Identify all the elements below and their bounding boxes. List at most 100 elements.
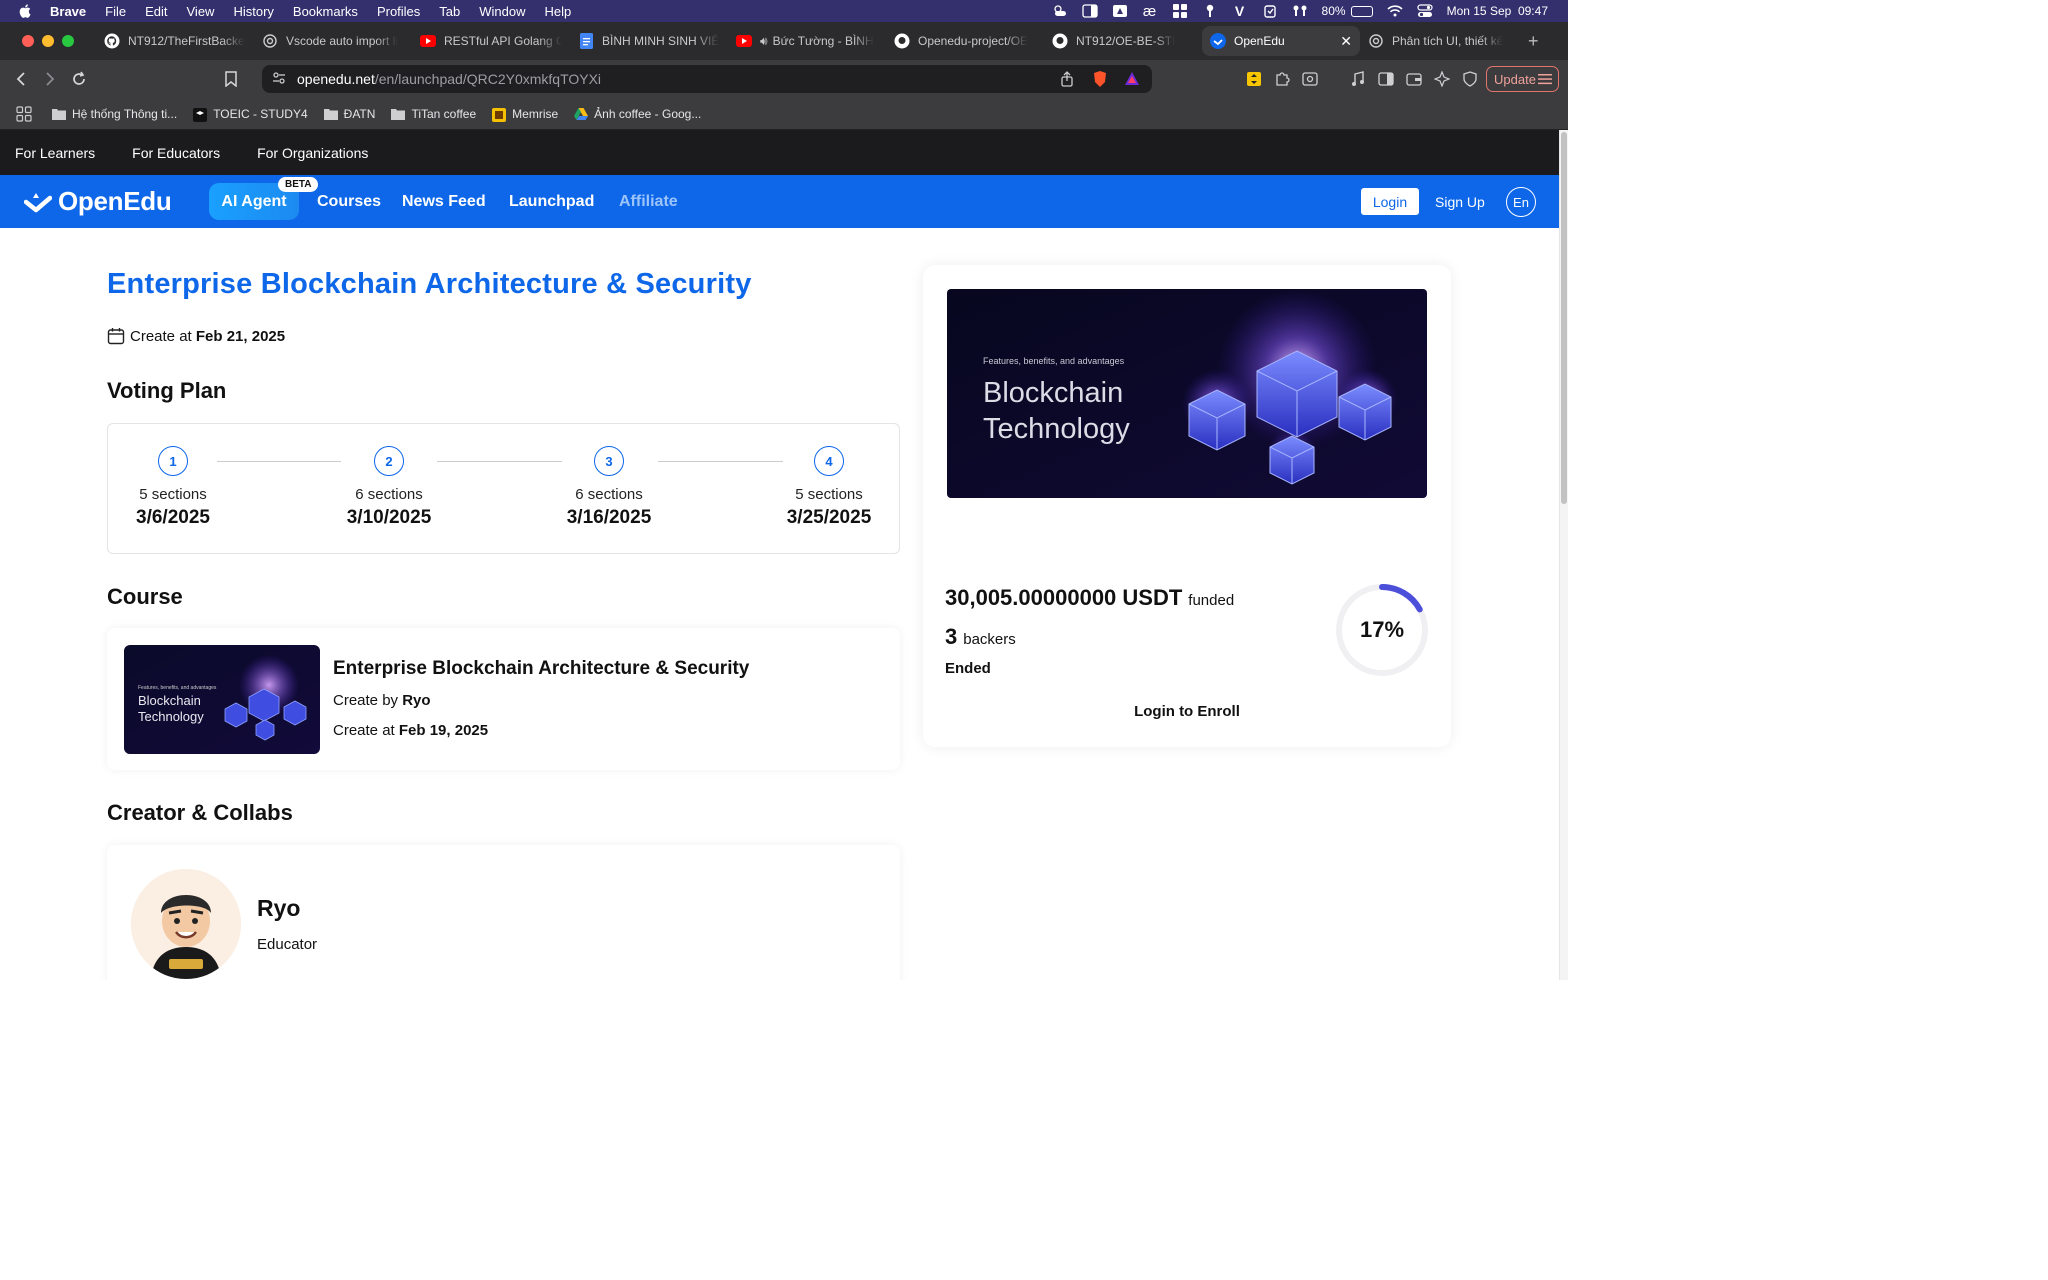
apps-grid-icon[interactable]: [16, 105, 32, 122]
bookmark-item[interactable]: Hệ thống Thông ti...: [52, 107, 177, 121]
creators-heading: Creator & Collabs: [107, 800, 293, 825]
browser-tab[interactable]: RESTful API Golang C: [412, 26, 570, 56]
page-viewport: For Learners For Educators For Organizat…: [0, 130, 1568, 980]
step-number: 4: [814, 446, 844, 476]
nav-affiliate[interactable]: Affiliate: [619, 175, 678, 228]
signup-link[interactable]: Sign Up: [1435, 175, 1485, 228]
funding-card: Features, benefits, and advantages Block…: [923, 265, 1451, 747]
menu-history[interactable]: History: [233, 4, 273, 19]
speaker-icon[interactable]: 🔊︎: [760, 34, 768, 49]
nav-news-feed[interactable]: News Feed: [402, 175, 486, 228]
creator-name[interactable]: Ryo: [257, 895, 300, 922]
nav-courses[interactable]: Courses: [317, 175, 381, 228]
drive-icon: [574, 107, 589, 120]
menu-help[interactable]: Help: [545, 4, 572, 19]
browser-tab[interactable]: Vscode auto import li: [254, 26, 412, 56]
bookmark-item[interactable]: ĐATN: [323, 107, 375, 121]
forward-icon[interactable]: [41, 70, 59, 88]
wifi-icon[interactable]: [1387, 4, 1403, 18]
openai-icon: [262, 33, 278, 49]
browser-tab-active[interactable]: OpenEdu ✕: [1202, 26, 1360, 56]
created-date: Feb 21, 2025: [195, 327, 286, 345]
drive-status-icon[interactable]: [1112, 4, 1128, 18]
brave-shields-icon[interactable]: [1092, 70, 1108, 91]
course-card[interactable]: Features, benefits, and advantages Block…: [107, 628, 900, 770]
close-window-button[interactable]: [22, 35, 34, 47]
site-settings-icon[interactable]: [272, 71, 286, 88]
folder-icon: [323, 108, 338, 120]
address-bar[interactable]: openedu.net/en/launchpad/QRC2Y0xmkfqTOYX…: [262, 65, 1152, 93]
grid-app-icon[interactable]: [1172, 4, 1188, 18]
docs-icon: [578, 33, 594, 49]
creator-card[interactable]: Ryo Educator: [107, 845, 900, 980]
scrollbar-thumb[interactable]: [1561, 132, 1567, 504]
extension-icon[interactable]: [1246, 71, 1262, 87]
toolbar-extensions: [1246, 60, 1478, 98]
update-button[interactable]: Update: [1486, 66, 1559, 92]
menu-tab[interactable]: Tab: [439, 4, 460, 19]
avatar[interactable]: [131, 869, 241, 979]
back-icon[interactable]: [12, 70, 30, 88]
menubar-clock[interactable]: Mon 15 Sep 09:47: [1447, 4, 1548, 18]
ae-icon[interactable]: æ: [1142, 3, 1158, 20]
bookmark-item[interactable]: TOEIC - STUDY4: [193, 107, 308, 122]
close-tab-icon[interactable]: ✕: [1340, 33, 1352, 50]
menu-bookmarks[interactable]: Bookmarks: [293, 4, 358, 19]
course-thumbnail[interactable]: Features, benefits, and advantages Block…: [124, 645, 320, 754]
browser-tab[interactable]: Phân tích UI, thiết kế: [1360, 26, 1518, 56]
new-tab-icon[interactable]: +: [1528, 31, 1539, 52]
sidebar-toggle-icon[interactable]: [1081, 4, 1098, 18]
browser-tab[interactable]: 🔊︎ Bức Tường - BÌNH: [728, 26, 886, 56]
nav-for-organizations[interactable]: For Organizations: [257, 145, 368, 161]
openedu-logo-icon: [24, 192, 52, 212]
zoom-window-button[interactable]: [62, 35, 74, 47]
menu-app-name[interactable]: Brave: [50, 4, 86, 19]
music-icon[interactable]: [1350, 71, 1366, 87]
brave-rewards-icon[interactable]: [1124, 71, 1140, 89]
hero-caption: Features, benefits, and advantages: [983, 356, 1125, 366]
menu-file[interactable]: File: [105, 4, 126, 19]
screenshot-icon[interactable]: [1302, 71, 1318, 87]
airpods-icon[interactable]: [1292, 4, 1308, 18]
leo-ai-icon[interactable]: [1434, 71, 1450, 87]
bookmark-item[interactable]: Memrise: [492, 107, 558, 122]
sidebar-icon[interactable]: [1378, 71, 1394, 87]
apple-icon[interactable]: [18, 4, 32, 18]
browser-tab[interactable]: Openedu-project/OE: [886, 26, 1044, 56]
minimize-window-button[interactable]: [42, 35, 54, 47]
openedu-logo[interactable]: OpenEdu: [24, 186, 172, 217]
bookmark-item[interactable]: TiTan coffee: [391, 107, 476, 121]
github-icon: [894, 33, 910, 49]
clipboard-icon[interactable]: [1262, 4, 1278, 18]
wallet-icon[interactable]: [1406, 71, 1422, 87]
browser-tab[interactable]: BÌNH MINH SINH VIÊ: [570, 26, 728, 56]
course-name[interactable]: Enterprise Blockchain Architecture & Sec…: [333, 658, 749, 680]
bookmark-item[interactable]: Ảnh coffee - Goog...: [574, 107, 701, 121]
language-switcher[interactable]: En: [1506, 187, 1536, 217]
browser-tab[interactable]: NT912/TheFirstBacke: [96, 26, 254, 56]
menu-window[interactable]: Window: [479, 4, 525, 19]
battery-indicator[interactable]: 80%: [1322, 4, 1373, 18]
step-date: 3/16/2025: [566, 507, 652, 528]
nav-launchpad[interactable]: Launchpad: [509, 175, 594, 228]
key-icon[interactable]: [1202, 4, 1218, 18]
control-center-icon[interactable]: [1416, 4, 1433, 18]
reload-icon[interactable]: [70, 70, 88, 88]
puzzle-icon[interactable]: [1274, 71, 1290, 87]
nav-for-learners[interactable]: For Learners: [15, 145, 95, 161]
login-to-enroll-button[interactable]: Login to Enroll: [923, 703, 1451, 720]
vpn-shield-icon[interactable]: [1462, 71, 1478, 87]
vpn-v-icon[interactable]: V: [1232, 3, 1248, 19]
bookmark-icon[interactable]: [222, 70, 240, 88]
login-button[interactable]: Login: [1361, 188, 1419, 215]
share-icon[interactable]: [1060, 71, 1074, 90]
menu-profiles[interactable]: Profiles: [377, 4, 420, 19]
nav-for-educators[interactable]: For Educators: [132, 145, 220, 161]
page-scrollbar[interactable]: [1559, 130, 1568, 980]
menu-view[interactable]: View: [187, 4, 215, 19]
weather-icon[interactable]: [1052, 4, 1068, 18]
menu-edit[interactable]: Edit: [145, 4, 167, 19]
browser-tab[interactable]: NT912/OE-BE-STI: [1044, 26, 1202, 56]
step-number: 2: [374, 446, 404, 476]
calendar-icon: [107, 328, 125, 345]
